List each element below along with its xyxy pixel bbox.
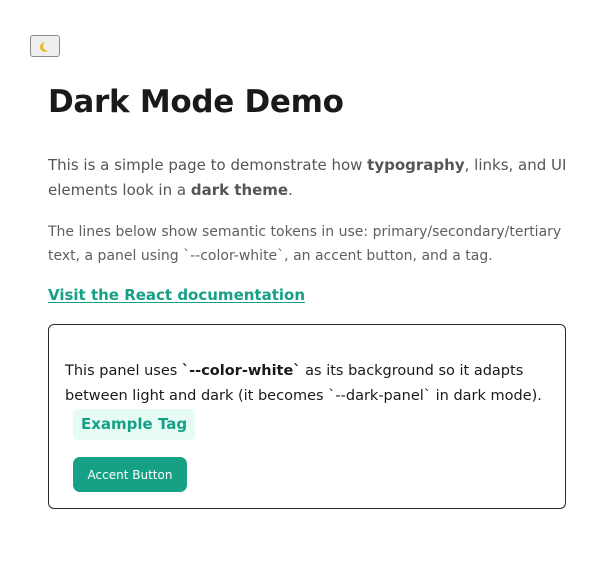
tokens-paragraph: The lines below show semantic tokens in … (48, 224, 562, 264)
example-tag: Example Tag (73, 409, 196, 440)
accent-button[interactable]: Accent Button (73, 457, 187, 492)
intro-bold-dark-theme: dark theme (190, 181, 289, 199)
react-docs-link[interactable]: Visit the React documentation (48, 286, 305, 304)
page-title: Dark Mode Demo (48, 84, 344, 120)
panel-text-start: This panel uses (65, 363, 182, 379)
panel-bold-token: `--color-white` (181, 363, 301, 379)
intro-text-end: . (288, 181, 293, 199)
intro-text-start: This is a simple page to demonstrate how (48, 156, 368, 174)
moon-icon (43, 41, 53, 51)
intro-bold-typography: typography (367, 156, 465, 174)
panel-description: This panel uses `--color-white` as its b… (65, 359, 555, 409)
demo-panel: This panel uses `--color-white` as its b… (48, 324, 566, 509)
theme-toggle-button[interactable] (30, 35, 60, 57)
intro-paragraph: This is a simple page to demonstrate how… (48, 153, 568, 203)
page: Dark Mode Demo This is a simple page to … (0, 0, 604, 564)
